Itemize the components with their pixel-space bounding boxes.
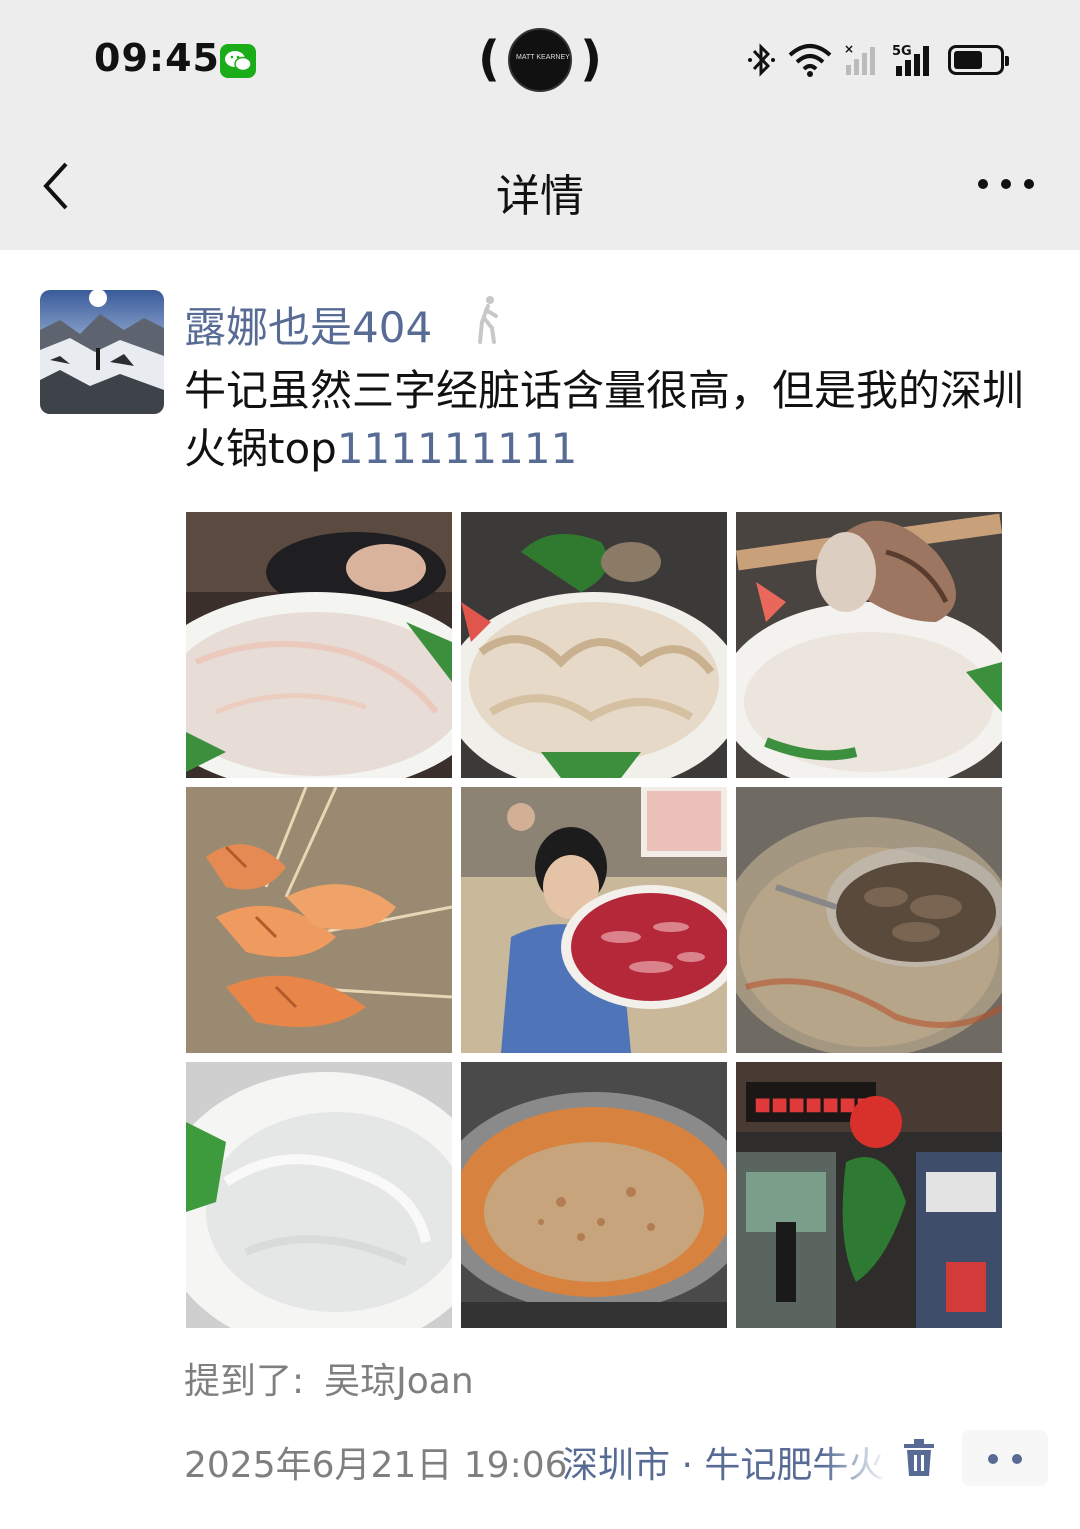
mentioned-users: 提到了: 吴琼Joan bbox=[184, 1352, 474, 1404]
svg-text:×: × bbox=[844, 43, 854, 56]
post-text: 牛记虽然三字经脏话含量很高，但是我的深圳火锅top111111111 bbox=[184, 362, 1044, 478]
like-comment-button[interactable] bbox=[962, 1430, 1048, 1486]
wechat-notification-icon bbox=[220, 44, 256, 78]
author-avatar[interactable] bbox=[40, 290, 164, 414]
album-art-icon: MATT KEARNEY bbox=[508, 28, 572, 92]
album-art-text: MATT KEARNEY bbox=[516, 54, 570, 61]
bluetooth-icon bbox=[748, 43, 775, 77]
photo-8[interactable] bbox=[461, 1062, 727, 1328]
page-title: 详情 bbox=[496, 171, 584, 222]
sliced-squid-plate-icon bbox=[461, 512, 727, 778]
photo-4[interactable] bbox=[186, 787, 452, 1053]
photo-3[interactable] bbox=[736, 512, 1002, 778]
status-bar: 09:45 ( MATT KEARNEY ) × 5G bbox=[0, 0, 1080, 120]
photo-6[interactable] bbox=[736, 787, 1002, 1053]
photo-1[interactable] bbox=[186, 512, 452, 778]
now-playing-island[interactable]: ( MATT KEARNEY ) bbox=[478, 28, 602, 94]
photo-grid: ■■■■■■■ bbox=[186, 512, 1004, 1328]
photo-7[interactable] bbox=[186, 1062, 452, 1328]
photo-9[interactable]: ■■■■■■■ bbox=[736, 1062, 1002, 1328]
island-left-bracket: ( bbox=[478, 31, 500, 87]
clear-jelly-plate-icon bbox=[186, 1062, 452, 1328]
mentioned-user-name[interactable]: 吴琼Joan bbox=[324, 1361, 474, 1402]
battery-icon bbox=[948, 45, 1009, 75]
post-text-link[interactable]: 111111111 bbox=[337, 424, 578, 473]
moment-post: 露娜也是404 牛记虽然三字经脏话含量很高，但是我的深圳火锅top1111111… bbox=[0, 250, 1080, 1529]
status-time: 09:45 bbox=[94, 36, 220, 80]
sliced-fish-plate-icon bbox=[186, 512, 452, 778]
system-icons: × 5G bbox=[746, 40, 1009, 80]
hotpot-broth-icon bbox=[461, 1062, 727, 1328]
status-walking-icon bbox=[478, 296, 498, 344]
restaurant-storefront-icon: ■■■■■■■ bbox=[736, 1062, 1002, 1328]
prawn-skewers-icon bbox=[186, 787, 452, 1053]
woman-holding-beef-plate-icon bbox=[461, 787, 727, 1053]
delete-trash-icon[interactable] bbox=[902, 1438, 936, 1478]
beef-in-strainer-icon bbox=[736, 787, 1002, 1053]
cellular-signal-weak-icon: × bbox=[844, 43, 875, 75]
island-right-bracket: ) bbox=[580, 31, 602, 87]
author-name[interactable]: 露娜也是404 bbox=[184, 294, 432, 355]
mention-label: 提到了: bbox=[184, 1361, 305, 1402]
post-date: 2025年6月21日 19:06 bbox=[184, 1445, 568, 1486]
wifi-icon bbox=[788, 44, 832, 77]
photo-2[interactable] bbox=[461, 512, 727, 778]
top-bar: 09:45 ( MATT KEARNEY ) × 5G 详情 bbox=[0, 0, 1080, 250]
post-text-main: 牛记虽然三字经脏话含量很高，但是我的深圳火锅top bbox=[184, 366, 1025, 473]
sliced-conch-plate-icon bbox=[736, 512, 1002, 778]
more-options-icon[interactable] bbox=[978, 170, 1034, 198]
network-type-label: 5G bbox=[892, 44, 912, 59]
battery-level bbox=[954, 51, 982, 69]
cellular-5g-signal-icon: 5G bbox=[892, 44, 929, 76]
post-location[interactable]: 深圳市 · 牛记肥牛火锅 bbox=[562, 1436, 888, 1488]
navigation-bar: 详情 bbox=[0, 130, 1080, 240]
photo-5[interactable] bbox=[461, 787, 727, 1053]
